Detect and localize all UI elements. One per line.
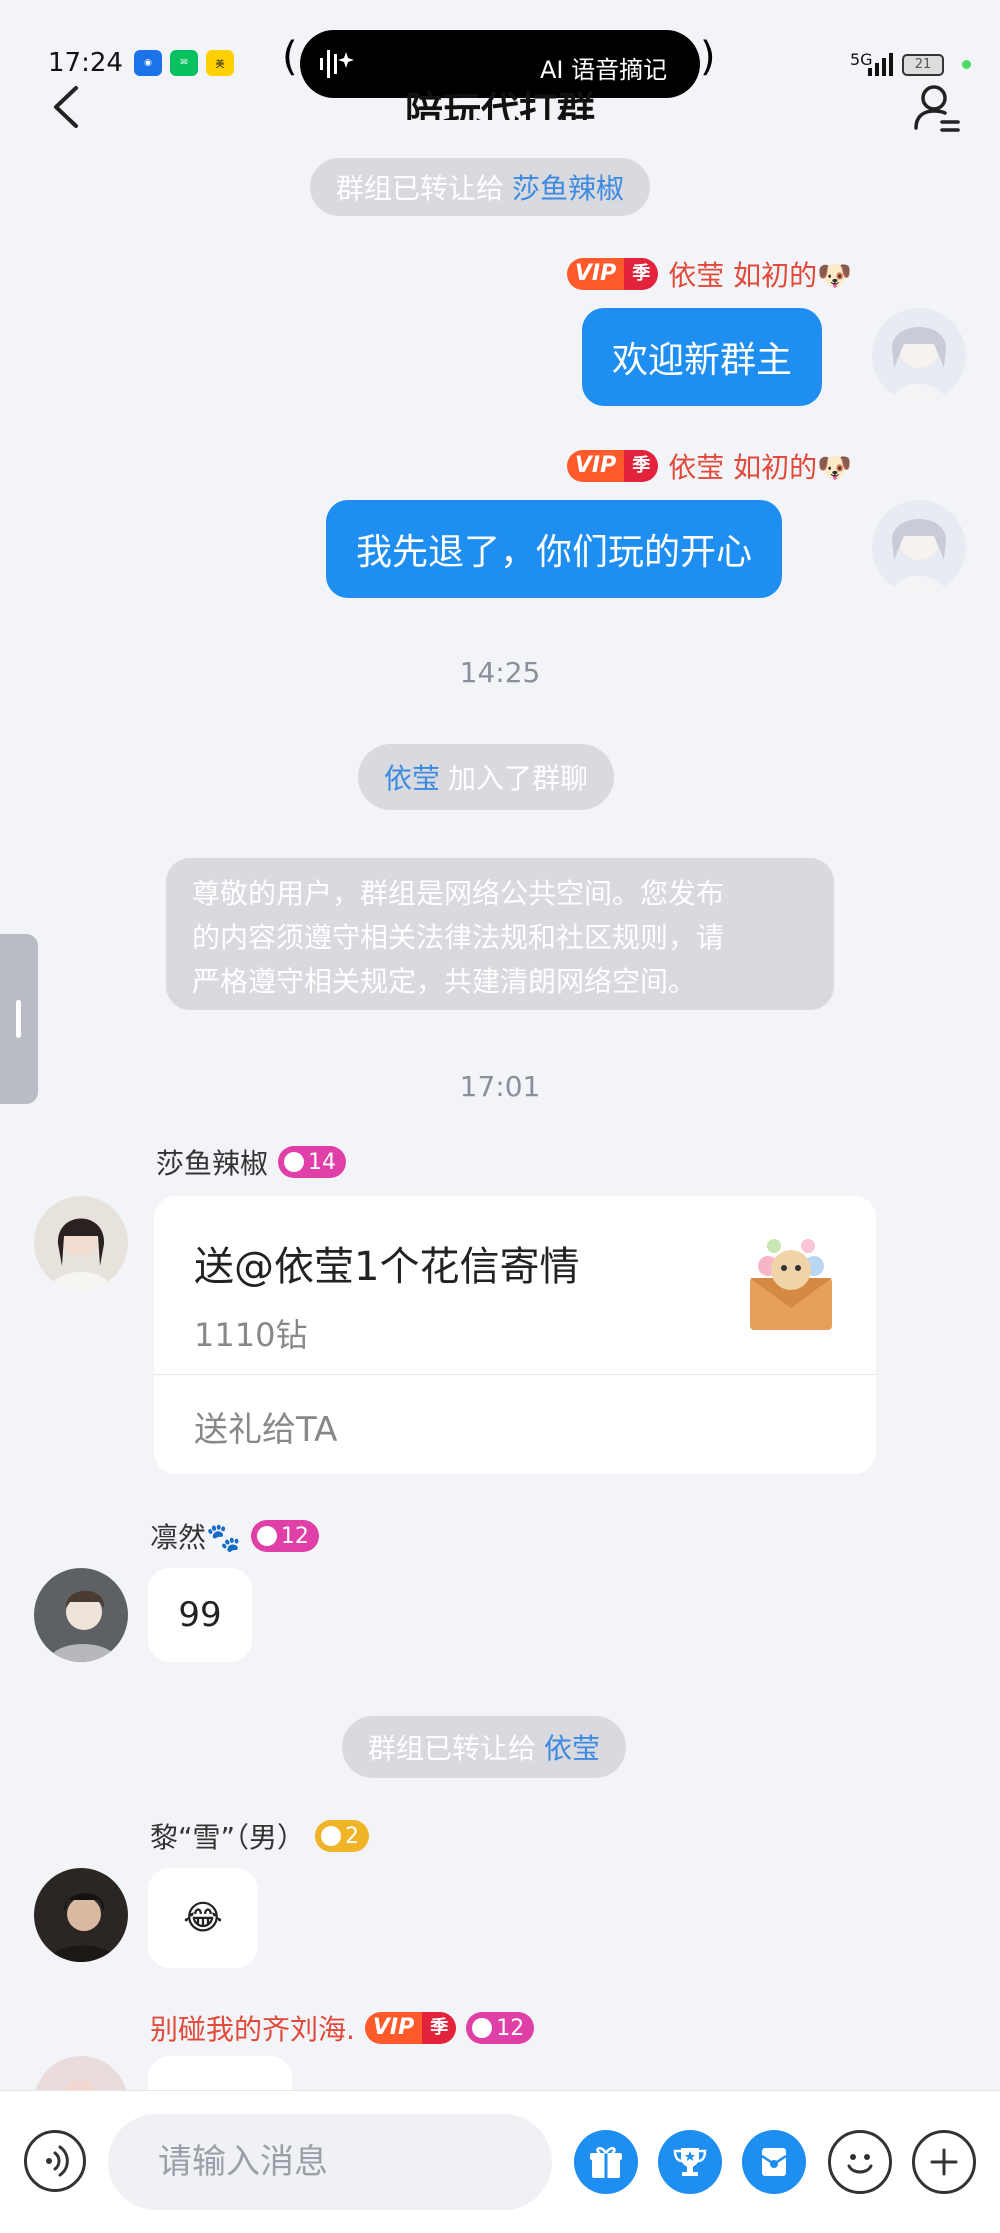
gift-price: 1110钻 xyxy=(194,1316,308,1354)
avatar-image xyxy=(34,1568,128,1662)
system-message-transfer: 群组已转让给 依莹 xyxy=(342,1716,627,1778)
level-badge: 12 xyxy=(466,2012,535,2044)
vip-badge: VIP 季 xyxy=(566,258,659,290)
level-badge: 2 xyxy=(315,1820,370,1852)
voice-wave-icon xyxy=(320,50,354,78)
timestamp: 14:25 xyxy=(459,656,541,689)
more-button[interactable] xyxy=(912,2130,976,2194)
message-bubble-incoming[interactable]: 99 xyxy=(148,1568,252,1662)
emoji-button[interactable] xyxy=(828,2130,892,2194)
timestamp: 17:01 xyxy=(459,1070,541,1103)
sender-header-right: VIP 季 依莹 如初的🐶 xyxy=(500,446,852,486)
message-bubble-incoming[interactable]: 😂 xyxy=(148,1868,258,1968)
avatar-user[interactable] xyxy=(34,1868,128,1962)
app-notification-icon: ◉ xyxy=(134,50,162,76)
send-gift-button[interactable]: 送礼给TA xyxy=(194,1402,337,1451)
community-notice: 尊敬的用户，群组是网络公共空间。您发布 的内容须遵守相关法律法规和社区规则，请 … xyxy=(166,858,834,1010)
status-time: 17:24 xyxy=(48,48,123,78)
level-icon xyxy=(321,1826,342,1846)
red-packet-button[interactable] xyxy=(742,2130,806,2194)
gift-title: 送@依莹1个花信寄情 xyxy=(194,1244,580,1290)
trophy-button[interactable] xyxy=(658,2130,722,2194)
island-left-bracket: ( xyxy=(282,34,298,80)
privacy-indicator xyxy=(962,60,971,69)
system-message-join: 依莹 加入了群聊 xyxy=(358,744,615,810)
message-input[interactable] xyxy=(108,2114,552,2210)
system-message-transfer: 群组已转让给 莎鱼辣椒 xyxy=(310,158,651,216)
avatar-image xyxy=(34,1196,128,1290)
avatar-self[interactable] xyxy=(872,308,966,402)
signal-icon xyxy=(868,53,893,76)
island-right-bracket: ) xyxy=(700,34,716,80)
battery-icon: 21 xyxy=(902,54,944,76)
message-bubble-outgoing[interactable]: 欢迎新群主 xyxy=(582,308,823,406)
system-name-link[interactable]: 莎鱼辣椒 xyxy=(512,167,624,207)
group-members-icon[interactable] xyxy=(912,82,962,134)
meituan-icon: 美 xyxy=(206,50,234,76)
side-handle-grip xyxy=(16,1000,21,1038)
gift-button[interactable] xyxy=(574,2130,638,2194)
sender-name[interactable]: 莎鱼辣椒 xyxy=(156,1142,268,1182)
gift-icon xyxy=(590,2147,622,2178)
sender-header-left: 别碰我的齐刘海. VIP 季 12 xyxy=(150,2008,535,2048)
sender-header-right: VIP 季 依莹 如初的🐶 xyxy=(500,254,852,294)
level-badge: 14 xyxy=(278,1146,347,1178)
avatar-self[interactable] xyxy=(872,500,966,594)
plus-icon xyxy=(930,2148,958,2176)
level-icon xyxy=(472,2018,493,2038)
system-name-link[interactable]: 依莹 xyxy=(544,1727,600,1767)
back-arrow-icon[interactable] xyxy=(48,82,84,132)
wechat-icon: ✉ xyxy=(170,50,198,76)
notice-line: 严格遵守相关规定，共建清朗网络空间。 xyxy=(192,965,697,998)
system-text: 群组已转让给 xyxy=(336,172,505,205)
voice-icon xyxy=(46,2145,69,2177)
red-packet-icon xyxy=(761,2148,787,2176)
sender-header-left: 凛然🐾 12 xyxy=(150,1516,319,1556)
level-icon xyxy=(284,1152,305,1172)
sender-name[interactable]: 依莹 如初的🐶 xyxy=(668,446,852,486)
sender-name[interactable]: 黎“雪”（男） xyxy=(150,1816,305,1856)
gift-envelope-image xyxy=(750,1239,832,1330)
notice-line: 尊敬的用户，群组是网络公共空间。您发布 xyxy=(192,877,725,910)
avatar-image xyxy=(872,308,966,402)
system-name-link[interactable]: 依莹 xyxy=(384,757,440,797)
system-text: 加入了群聊 xyxy=(448,762,589,795)
avatar-user[interactable] xyxy=(34,1196,128,1290)
page-title: 陪玩代打群 xyxy=(404,89,595,120)
avatar-image xyxy=(872,500,966,594)
trophy-icon xyxy=(673,2148,707,2176)
level-badge: 12 xyxy=(250,1520,319,1552)
system-text: 群组已转让给 xyxy=(368,1732,537,1765)
divider xyxy=(154,1374,876,1375)
notice-line: 的内容须遵守相关法律法规和社区规则，请 xyxy=(192,921,725,954)
avatar-user[interactable] xyxy=(34,1568,128,1662)
sender-name[interactable]: 凛然🐾 xyxy=(150,1516,241,1556)
emoji-icon xyxy=(847,2154,873,2174)
voice-input-button[interactable] xyxy=(24,2130,86,2192)
sender-header-left: 黎“雪”（男） 2 xyxy=(150,1816,370,1856)
sender-name[interactable]: 依莹 如初的🐶 xyxy=(668,254,852,294)
message-bubble-outgoing[interactable]: 我先退了，你们玩的开心 xyxy=(326,500,783,598)
sender-name[interactable]: 别碰我的齐刘海. xyxy=(150,2008,355,2048)
level-icon xyxy=(256,1526,277,1546)
vip-badge: VIP 季 xyxy=(566,450,659,482)
sender-header-left: 莎鱼辣椒 14 xyxy=(156,1142,347,1182)
vip-badge: VIP 季 xyxy=(364,2012,457,2044)
gift-message-card[interactable]: 送@依莹1个花信寄情 1110钻 送礼给TA xyxy=(154,1196,876,1474)
avatar-image xyxy=(34,1868,128,1962)
